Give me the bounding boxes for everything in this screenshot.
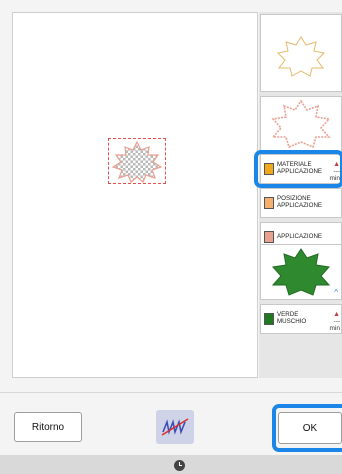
row-label: VERDE MUSCHIO xyxy=(277,311,307,325)
row-swatch xyxy=(264,313,274,325)
selection-box xyxy=(108,138,166,184)
ok-button[interactable]: OK xyxy=(278,412,342,444)
chevron-up-icon[interactable]: ^ xyxy=(334,288,338,297)
stitch-order-panel[interactable]: MATERIALE APPLICAZIONE ▲ --- min POSIZIO… xyxy=(259,12,342,378)
no-sew-icon: ▲ xyxy=(333,311,340,318)
no-sew-icon: ▲ xyxy=(333,161,340,168)
row-swatch xyxy=(264,197,274,209)
row-time: ▲ --- min xyxy=(329,161,340,182)
back-button-label: Ritorno xyxy=(31,421,65,433)
thumb-placement-stitch[interactable] xyxy=(260,96,342,152)
color-row-posizione[interactable]: POSIZIONE APPLICAZIONE xyxy=(260,188,342,218)
row-swatch xyxy=(264,231,274,243)
row-label: MATERIALE APPLICAZIONE xyxy=(277,161,323,175)
color-row-verde[interactable]: VERDE MUSCHIO ▲ --- min xyxy=(260,304,342,334)
embroidery-canvas[interactable] xyxy=(12,12,258,378)
no-sew-icon xyxy=(161,418,189,436)
row-swatch xyxy=(264,163,274,175)
divider xyxy=(0,392,342,393)
row-time: ▲ --- min xyxy=(329,311,340,332)
row-label: APPLICAZIONE xyxy=(277,232,323,240)
row-label: POSIZIONE APPLICAZIONE xyxy=(277,195,323,209)
color-row-materiale[interactable]: MATERIALE APPLICAZIONE ▲ --- min xyxy=(260,154,342,184)
thumb-green-fill[interactable]: ^ xyxy=(260,244,342,300)
clock-icon[interactable] xyxy=(174,460,185,471)
thumb-material-outline[interactable] xyxy=(260,14,342,92)
design-preview[interactable] xyxy=(108,138,166,184)
status-bar xyxy=(0,455,342,474)
no-sew-toggle-button[interactable] xyxy=(156,410,194,444)
back-button[interactable]: Ritorno xyxy=(14,412,82,442)
ok-button-label: OK xyxy=(302,422,318,434)
